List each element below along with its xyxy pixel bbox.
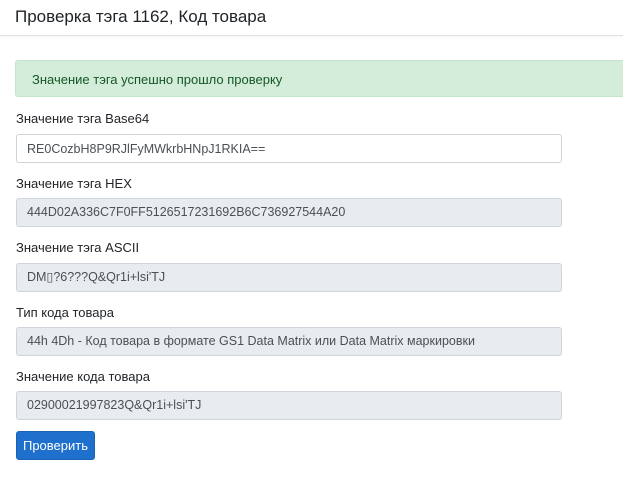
code-value-field: 02900021997823Q&Qr1i+lsi'TJ: [16, 391, 562, 420]
code-value-label: Значение кода товара: [16, 369, 150, 384]
ascii-label: Значение тэга ASCII: [16, 240, 140, 255]
code-type-field: 44h 4Dh - Код товара в формате GS1 Data …: [16, 327, 562, 356]
success-alert: Значение тэга успешно прошло проверку: [15, 60, 623, 97]
code-type-label: Тип кода товара: [16, 305, 114, 320]
hex-label: Значение тэга HEX: [16, 176, 132, 191]
base64-input[interactable]: [16, 134, 562, 163]
page-title: Проверка тэга 1162, Код товара: [15, 7, 267, 26]
hex-field: 444D02A336C7F0FF5126517231692B6C73692754…: [16, 198, 562, 227]
ascii-field: DM▯?6???Q&Qr1i+lsi'TJ: [16, 263, 562, 292]
check-button[interactable]: Проверить: [16, 431, 95, 460]
base64-label: Значение тэга Base64: [16, 111, 150, 126]
page-header: Проверка тэга 1162, Код товара: [0, 0, 623, 36]
